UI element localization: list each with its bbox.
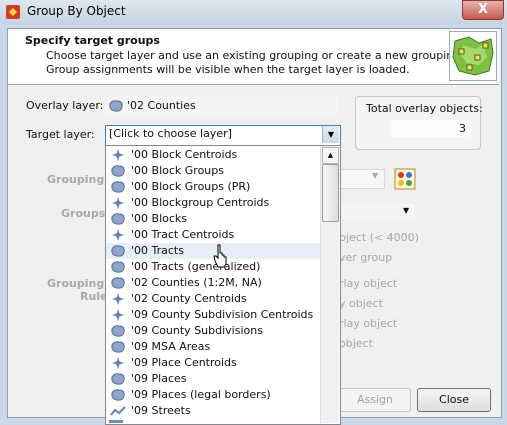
grouping-label: Grouping bbox=[47, 173, 105, 186]
polygon-layer-icon bbox=[111, 277, 125, 289]
layer-list-item-label: '09 Places (legal borders) bbox=[131, 388, 271, 401]
app-icon bbox=[6, 5, 20, 19]
layer-list-item-label: '02 County Centroids bbox=[131, 292, 247, 305]
grouping-dropdown-arrow-icon[interactable]: ▼ bbox=[372, 171, 378, 180]
overlay-layer-label: Overlay layer: bbox=[26, 99, 104, 112]
layer-list-item[interactable]: '09 Place Centroids bbox=[106, 355, 322, 371]
polygon-layer-icon bbox=[111, 389, 125, 401]
map-grouping-icon bbox=[449, 31, 497, 81]
layer-list-item[interactable]: '09 Streets bbox=[106, 403, 322, 419]
layer-list-item-label: '09 Streets bbox=[131, 404, 191, 417]
layer-list-item-label: '09 MSA Areas bbox=[131, 340, 211, 353]
layer-list-item[interactable]: '00 Block Groups (PR) bbox=[106, 179, 322, 195]
target-layer-label: Target layer: bbox=[26, 128, 95, 141]
overlay-layer-value: '02 Counties bbox=[127, 99, 196, 112]
scroll-thumb[interactable] bbox=[322, 164, 339, 222]
groups-dropdown-arrow-icon[interactable]: ▼ bbox=[403, 206, 409, 215]
rule-option-4[interactable]: object bbox=[339, 337, 373, 350]
layer-list-item[interactable]: '09 MSA Areas bbox=[106, 339, 322, 355]
layer-list-item[interactable]: '00 Tract Centroids bbox=[106, 227, 322, 243]
layer-list-item[interactable]: '00 Block Centroids bbox=[106, 147, 322, 163]
layer-list-item-label: '00 Tracts bbox=[131, 244, 184, 257]
point-layer-icon bbox=[112, 197, 124, 209]
layer-list-item[interactable]: '00 Blocks bbox=[106, 211, 322, 227]
polygon-layer-icon bbox=[111, 245, 125, 257]
polygon-layer-icon bbox=[109, 100, 123, 112]
option-one-group-per-object[interactable]: bject (< 4000) bbox=[339, 231, 419, 244]
layer-list-item[interactable]: '00 Block Groups bbox=[106, 163, 322, 179]
dropdown-arrow-icon[interactable]: ▼ bbox=[322, 126, 339, 143]
grouping-rules-label-2: Rule bbox=[80, 290, 108, 303]
window-title: Group By Object bbox=[27, 4, 126, 18]
layer-list-item[interactable]: '02 County Centroids bbox=[106, 291, 322, 307]
header-description-line1: Choose target layer and use an existing … bbox=[46, 49, 464, 62]
layer-list-item-label: '00 Blocks bbox=[131, 212, 187, 225]
window-close-button[interactable]: X bbox=[462, 0, 504, 20]
point-layer-icon bbox=[112, 229, 124, 241]
palette-icon[interactable] bbox=[394, 168, 416, 190]
layer-list-item-label: '00 Block Groups (PR) bbox=[131, 180, 251, 193]
layer-list-item-label: '00 Block Groups bbox=[131, 164, 224, 177]
layer-list-item[interactable]: '09 County Subdivision Centroids bbox=[106, 307, 322, 323]
header-description-line2: Group assignments will be visible when t… bbox=[46, 63, 410, 76]
layer-list-item[interactable]: '02 Counties (1:2M, NA) bbox=[106, 275, 322, 291]
target-layer-value: [Click to choose layer] bbox=[109, 127, 232, 140]
point-layer-icon bbox=[112, 309, 124, 321]
line-layer-icon bbox=[110, 406, 126, 416]
polygon-layer-icon bbox=[111, 165, 125, 177]
total-overlay-label: Total overlay objects: bbox=[366, 102, 483, 115]
layer-list-item-label: '09 Place Centroids bbox=[131, 356, 237, 369]
polygon-layer-icon bbox=[111, 373, 125, 385]
layer-list-item[interactable]: '09 Places (legal borders) bbox=[106, 387, 322, 403]
layer-list-item-label: '00 Blockgroup Centroids bbox=[131, 196, 270, 209]
rule-option-2[interactable]: y object bbox=[339, 297, 383, 310]
groups-label: Groups bbox=[61, 207, 106, 220]
scroll-up-icon[interactable]: ▲ bbox=[322, 147, 339, 164]
layer-list-item-label: '02 Counties (1:2M, NA) bbox=[131, 276, 262, 289]
point-layer-icon bbox=[112, 293, 124, 305]
layer-list-item-label: '09 County Subdivision Centroids bbox=[131, 308, 314, 321]
header-title: Specify target groups bbox=[25, 34, 160, 47]
list-scrollbar[interactable]: ▲ bbox=[320, 146, 339, 423]
target-layer-list[interactable]: '00 Block Centroids '00 Block Groups '00 B… bbox=[105, 145, 341, 425]
polygon-layer-icon bbox=[111, 261, 125, 273]
layer-list-item-label: '00 Block Centroids bbox=[131, 148, 238, 161]
close-button[interactable]: Close bbox=[417, 388, 491, 412]
total-overlay-value: 3 bbox=[390, 120, 470, 137]
polygon-layer-icon bbox=[111, 213, 125, 225]
layer-list-item-label: '00 Tract Centroids bbox=[131, 228, 235, 241]
layer-list-item-label: '00 Tracts (generalized) bbox=[131, 260, 261, 273]
layer-list-item-label: '09 County Subdivisions bbox=[131, 324, 263, 337]
rule-option-1[interactable]: rlay object bbox=[339, 277, 397, 290]
layer-list-item-label: '09 Places bbox=[131, 372, 187, 385]
grouping-rules-label: Grouping bbox=[47, 277, 105, 290]
layer-list-item[interactable]: '09 County Subdivisions bbox=[106, 323, 322, 339]
point-layer-icon bbox=[112, 357, 124, 369]
assign-button[interactable]: Assign bbox=[339, 388, 411, 412]
option-new-group[interactable]: ver group bbox=[339, 251, 392, 264]
layer-list-item[interactable]: '09 Places bbox=[106, 371, 322, 387]
layer-list-item[interactable]: '00 Blockgroup Centroids bbox=[106, 195, 322, 211]
polygon-layer-icon bbox=[111, 341, 125, 353]
polygon-layer-icon bbox=[111, 325, 125, 337]
rule-option-3[interactable]: rlay object bbox=[339, 317, 397, 330]
mouse-cursor-icon bbox=[213, 244, 227, 268]
point-layer-icon bbox=[112, 149, 124, 161]
polygon-layer-icon bbox=[111, 181, 125, 193]
